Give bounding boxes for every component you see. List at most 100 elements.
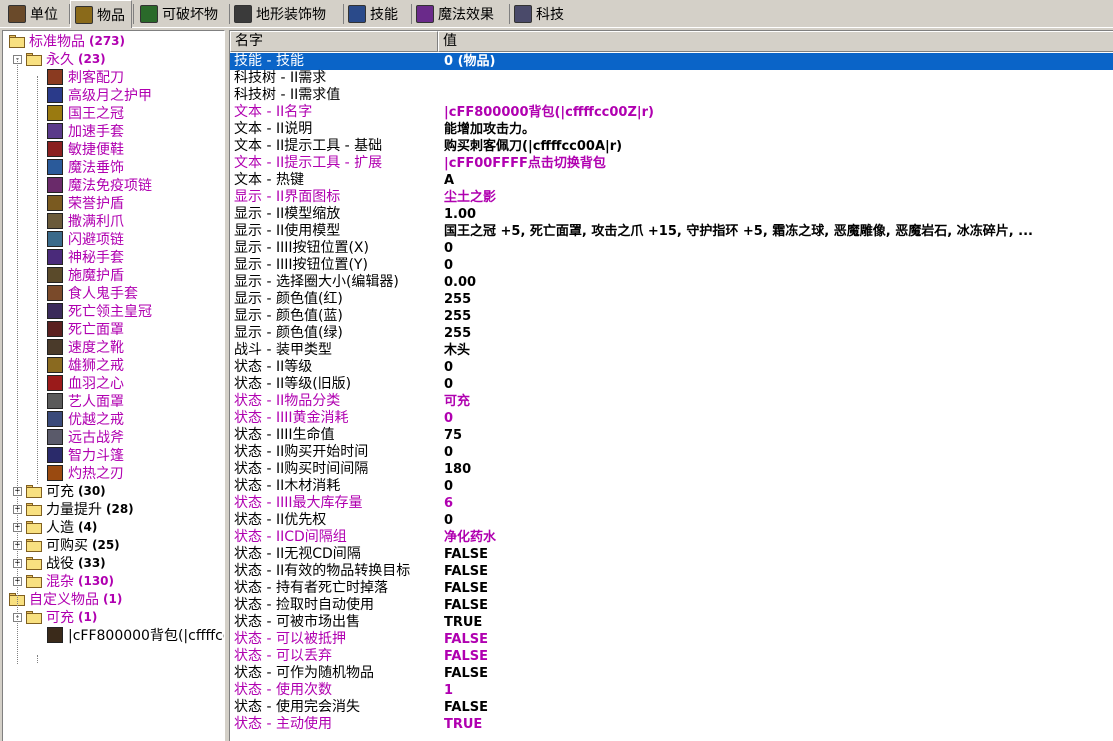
field-value[interactable]: 木头 <box>444 342 470 359</box>
tree-folder-group[interactable]: + 可充 (30) <box>13 482 106 500</box>
field-row[interactable]: 状态 - 可以被抵押 FALSE <box>230 631 1113 648</box>
field-value[interactable]: 0 <box>444 240 453 257</box>
tree-item[interactable]: 艺人面罩 <box>47 392 124 410</box>
field-value[interactable]: 255 <box>444 308 471 325</box>
field-value[interactable]: A <box>444 172 454 189</box>
field-value[interactable]: 尘土之影 <box>444 189 496 206</box>
tree-folder-custom-items[interactable]: 自定义物品 (1) <box>9 590 122 608</box>
tree-folder-group[interactable]: + 可购买 (25) <box>13 536 120 554</box>
tree-item[interactable]: 高级月之护甲 <box>47 86 152 104</box>
field-row[interactable]: 技能 - 技能 0 (物品) <box>230 53 1113 70</box>
field-row[interactable]: 状态 - IIII黄金消耗 0 <box>230 410 1113 427</box>
field-grid[interactable]: 名字 值 技能 - 技能 0 (物品) 科技树 - II需求 科技树 - II需求值文… <box>229 30 1113 741</box>
field-row[interactable]: 文本 - II提示工具 - 基础 购买刺客佩刀(|cffffcc00A|r) <box>230 138 1113 155</box>
field-value[interactable]: 0 <box>444 478 453 495</box>
tree-item[interactable]: 敏捷便鞋 <box>47 140 124 158</box>
field-value[interactable]: 255 <box>444 291 471 308</box>
field-value[interactable]: 1 <box>444 682 453 699</box>
field-row[interactable]: 显示 - 选择圈大小(编辑器) 0.00 <box>230 274 1113 291</box>
tree-item[interactable]: 加速手套 <box>47 122 124 140</box>
field-row[interactable]: 状态 - II无视CD间隔 FALSE <box>230 546 1113 563</box>
field-value[interactable]: FALSE <box>444 699 488 716</box>
field-row[interactable]: 文本 - II名字 |cFF800000背包(|cffffcc00Z|r) <box>230 104 1113 121</box>
field-value[interactable]: |cFF00FFFF点击切换背包 <box>444 155 606 172</box>
field-row[interactable]: 显示 - II模型缩放 1.00 <box>230 206 1113 223</box>
field-value[interactable]: 0 <box>444 257 453 274</box>
tab-doodad[interactable]: 地形装饰物 <box>230 2 342 26</box>
tree-item[interactable]: 血羽之心 <box>47 374 124 392</box>
tree-item[interactable]: 速度之靴 <box>47 338 124 356</box>
field-row[interactable]: 显示 - IIII按钮位置(X) 0 <box>230 240 1113 257</box>
field-row[interactable]: 文本 - II说明 能增加攻击力。 <box>230 121 1113 138</box>
field-row[interactable]: 科技树 - II需求值 <box>230 87 1113 104</box>
field-row[interactable]: 状态 - 可被市场出售 TRUE <box>230 614 1113 631</box>
field-row[interactable]: 状态 - 可作为随机物品 FALSE <box>230 665 1113 682</box>
field-row[interactable]: 状态 - II等级(旧版) 0 <box>230 376 1113 393</box>
tree-item-custom[interactable]: |cFF800000背包(|cffffcc00Z|r) <box>47 626 224 644</box>
tree-folder-permanent[interactable]: - 永久 (23) <box>13 50 106 68</box>
field-value[interactable]: 可充 <box>444 393 470 410</box>
tree-item[interactable]: 灼热之刃 <box>47 464 124 482</box>
field-row[interactable]: 显示 - 颜色值(绿) 255 <box>230 325 1113 342</box>
field-row[interactable]: 显示 - II界面图标 尘土之影 <box>230 189 1113 206</box>
tree-item[interactable]: 优越之戒 <box>47 410 124 428</box>
tab-upgrade[interactable]: 科技 <box>510 2 576 26</box>
field-value[interactable]: FALSE <box>444 580 488 597</box>
tree-item[interactable]: 荣誉护盾 <box>47 194 124 212</box>
field-value[interactable]: FALSE <box>444 563 488 580</box>
field-row[interactable]: 文本 - 热键 A <box>230 172 1113 189</box>
tree-item[interactable]: 远古战斧 <box>47 428 124 446</box>
field-row[interactable]: 状态 - II优先权 0 <box>230 512 1113 529</box>
field-value[interactable]: 75 <box>444 427 462 444</box>
tree-folder-custom-chargeable[interactable]: - 可充 (1) <box>13 608 97 626</box>
tree-folder-group[interactable]: + 人造 (4) <box>13 518 97 536</box>
tab-tree[interactable]: 可破坏物 <box>136 2 228 26</box>
field-row[interactable]: 状态 - 主动使用 TRUE <box>230 716 1113 733</box>
field-row[interactable]: 状态 - 持有者死亡时掉落 FALSE <box>230 580 1113 597</box>
field-row[interactable]: 文本 - II提示工具 - 扩展 |cFF00FFFF点击切换背包 <box>230 155 1113 172</box>
tree-item[interactable]: 死亡面罩 <box>47 320 124 338</box>
field-value[interactable]: 0 <box>444 444 453 461</box>
field-value[interactable]: 0.00 <box>444 274 476 291</box>
field-value[interactable]: 255 <box>444 325 471 342</box>
tab-buff[interactable]: 魔法效果 <box>412 2 508 26</box>
tab-item[interactable]: 物品 <box>70 0 132 28</box>
field-value[interactable]: 6 <box>444 495 453 512</box>
field-value[interactable]: FALSE <box>444 648 488 665</box>
tree-item[interactable]: 施魔护盾 <box>47 266 124 284</box>
field-row[interactable]: 战斗 - 装甲类型 木头 <box>230 342 1113 359</box>
field-row[interactable]: 状态 - II有效的物品转换目标 FALSE <box>230 563 1113 580</box>
field-value[interactable]: FALSE <box>444 597 488 614</box>
field-row[interactable]: 显示 - II使用模型 国王之冠 +5, 死亡面罩, 攻击之爪 +15, 守护指环… <box>230 223 1113 240</box>
field-row[interactable]: 状态 - IIII生命值 75 <box>230 427 1113 444</box>
field-row[interactable]: 显示 - 颜色值(蓝) 255 <box>230 308 1113 325</box>
field-row[interactable]: 状态 - II购买时间间隔 180 <box>230 461 1113 478</box>
tree-folder-standard-items[interactable]: 标准物品 (273) <box>9 32 125 50</box>
tree-item[interactable]: 撒满利爪 <box>47 212 124 230</box>
field-row[interactable]: 显示 - 颜色值(红) 255 <box>230 291 1113 308</box>
field-value[interactable]: TRUE <box>444 614 482 631</box>
field-value[interactable]: FALSE <box>444 665 488 682</box>
field-row[interactable]: 科技树 - II需求 <box>230 70 1113 87</box>
field-row[interactable]: 显示 - IIII按钮位置(Y) 0 <box>230 257 1113 274</box>
tree-item[interactable]: 神秘手套 <box>47 248 124 266</box>
tree-item[interactable]: 魔法垂饰 <box>47 158 124 176</box>
field-value[interactable]: FALSE <box>444 546 488 563</box>
tree-item[interactable]: 闪避项链 <box>47 230 124 248</box>
field-row[interactable]: 状态 - IIII最大库存量 6 <box>230 495 1113 512</box>
field-row[interactable]: 状态 - 捡取时自动使用 FALSE <box>230 597 1113 614</box>
field-row[interactable]: 状态 - II购买开始时间 0 <box>230 444 1113 461</box>
tree-item[interactable]: 死亡领主皇冠 <box>47 302 152 320</box>
field-value[interactable]: 国王之冠 +5, 死亡面罩, 攻击之爪 +15, 守护指环 +5, 霜冻之球, … <box>444 223 1033 240</box>
field-value[interactable]: 0 <box>444 359 453 376</box>
tab-ability[interactable]: 技能 <box>344 2 410 26</box>
tree-folder-group[interactable]: + 力量提升 (28) <box>13 500 134 518</box>
field-row[interactable]: 状态 - II木材消耗 0 <box>230 478 1113 495</box>
field-value[interactable]: 能增加攻击力。 <box>444 121 535 138</box>
field-value[interactable]: 0 (物品) <box>444 53 495 70</box>
field-row[interactable]: 状态 - 使用次数 1 <box>230 682 1113 699</box>
field-value[interactable]: 0 <box>444 376 453 393</box>
field-value[interactable]: 0 <box>444 512 453 529</box>
field-row[interactable]: 状态 - II物品分类 可充 <box>230 393 1113 410</box>
object-tree[interactable]: 标准物品 (273) - 永久 (23) 刺客配刀 高级月之护甲 国王之冠 加速手套 敏捷便鞋 魔法… <box>2 30 225 741</box>
